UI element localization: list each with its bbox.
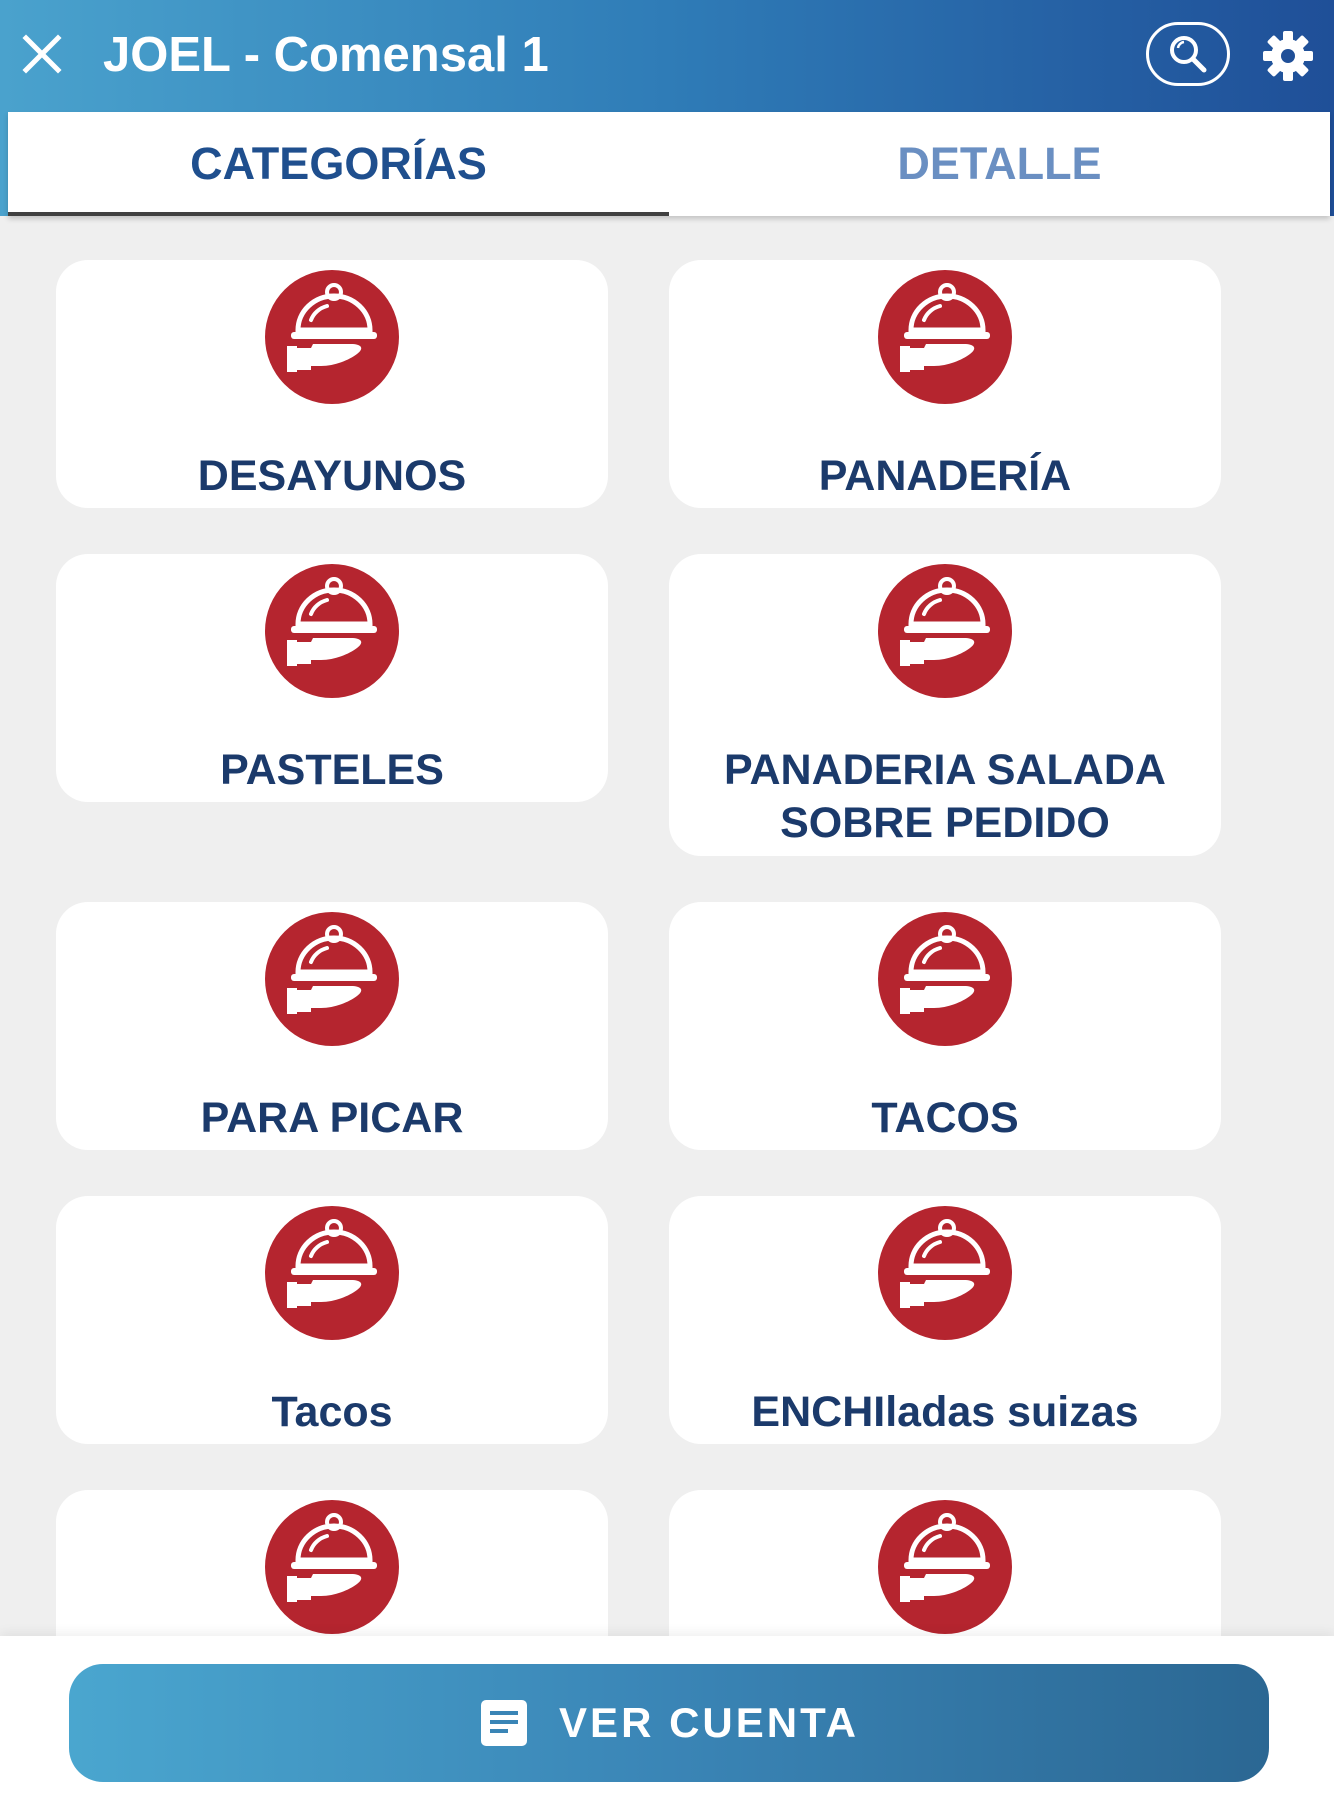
serving-tray-icon (265, 912, 399, 1046)
category-card-tacos-2[interactable]: Tacos (56, 1196, 608, 1444)
header-edge-left (0, 112, 8, 216)
serving-tray-icon (265, 564, 399, 698)
tab-bar: CATEGORÍAS DETALLE (8, 112, 1330, 216)
category-label: PARA PICAR (200, 1094, 464, 1142)
serving-tray-icon (878, 564, 1012, 698)
gear-icon (1263, 31, 1313, 81)
serving-tray-icon (265, 270, 399, 404)
category-card-panaderia-salada[interactable]: PANADERIA SALADA SOBRE PEDIDO (669, 554, 1221, 856)
category-card-para-picar[interactable]: PARA PICAR (56, 902, 608, 1150)
close-button[interactable] (18, 30, 66, 78)
settings-button[interactable] (1258, 26, 1318, 86)
category-label: ENCHIladas suizas (751, 1388, 1139, 1436)
category-card-pasteles[interactable]: PASTELES (56, 554, 608, 802)
category-card-enchiladas-suizas[interactable]: ENCHIladas suizas (669, 1196, 1221, 1444)
serving-tray-icon (878, 1206, 1012, 1340)
serving-tray-icon (878, 1500, 1012, 1634)
serving-tray-icon (265, 1206, 399, 1340)
ver-cuenta-button[interactable]: VER CUENTA (69, 1664, 1269, 1782)
category-grid: DESAYUNOS PANADERÍA PASTELES PANADERIA S… (0, 216, 1334, 1636)
serving-tray-icon (878, 270, 1012, 404)
category-card-tacos[interactable]: TACOS (669, 902, 1221, 1150)
close-icon (22, 34, 62, 74)
category-card-9[interactable] (56, 1490, 608, 1636)
search-button[interactable] (1146, 22, 1230, 86)
tab-categorias[interactable]: CATEGORÍAS (8, 112, 669, 216)
ver-cuenta-label: VER CUENTA (559, 1699, 859, 1746)
document-icon (481, 1700, 528, 1746)
category-label: PANADERÍA (818, 452, 1072, 500)
category-label: PASTELES (220, 746, 444, 794)
app-header: JOEL - Comensal 1 (0, 0, 1334, 112)
search-icon (1170, 36, 1207, 73)
serving-tray-icon (878, 912, 1012, 1046)
page-title: JOEL - Comensal 1 (103, 28, 549, 82)
category-card-10[interactable] (669, 1490, 1221, 1636)
category-label: TACOS (871, 1094, 1019, 1142)
category-card-panaderia[interactable]: PANADERÍA (669, 260, 1221, 508)
category-card-desayunos[interactable]: DESAYUNOS (56, 260, 608, 508)
tab-detalle[interactable]: DETALLE (669, 112, 1330, 216)
category-label: Tacos (271, 1388, 393, 1436)
header-edge-right (1330, 112, 1334, 216)
category-label: PANADERIA SALADA SOBRE PEDIDO (724, 746, 1166, 847)
bottom-bar: VER CUENTA (0, 1636, 1334, 1804)
serving-tray-icon (265, 1500, 399, 1634)
category-label: DESAYUNOS (197, 452, 467, 500)
